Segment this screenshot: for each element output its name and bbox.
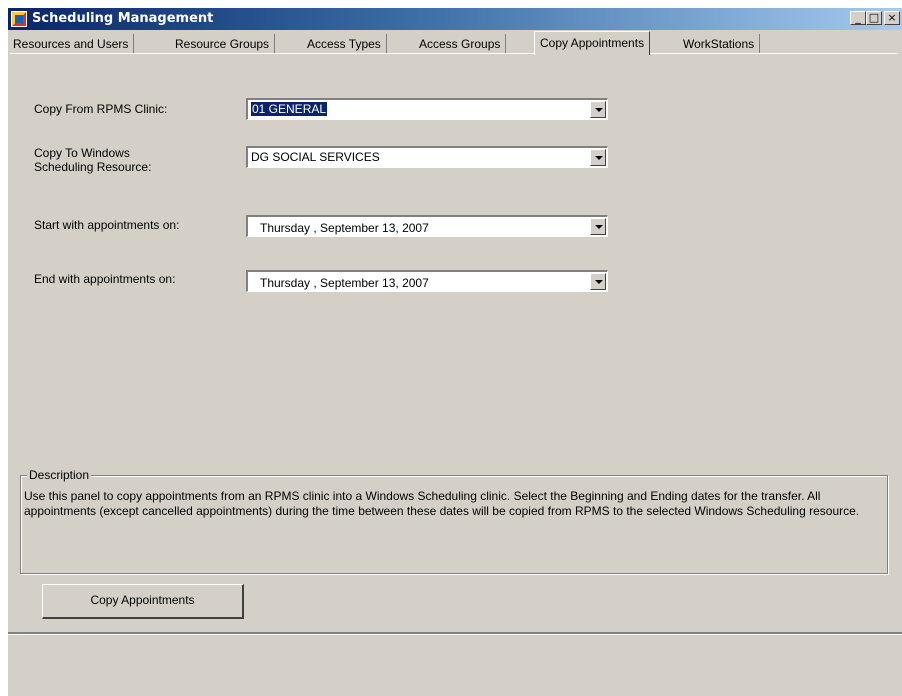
- close-button[interactable]: ×: [884, 11, 900, 25]
- chevron-down-icon[interactable]: [590, 218, 606, 235]
- title-bar[interactable]: Scheduling Management _ □ ×: [8, 8, 902, 30]
- copy-to-value: DG SOCIAL SERVICES: [251, 150, 380, 164]
- tab-copy-appointments[interactable]: Copy Appointments: [534, 31, 651, 55]
- chevron-down-icon[interactable]: [590, 149, 606, 166]
- description-groupbox: Description Use this panel to copy appoi…: [20, 468, 888, 574]
- copy-to-label-line2: Scheduling Resource:: [34, 160, 152, 174]
- end-date-value: Thursday , September 13, 2007: [260, 276, 429, 290]
- copy-from-value: 01 GENERAL: [251, 102, 328, 116]
- chevron-down-icon[interactable]: [590, 101, 606, 118]
- window-title: Scheduling Management: [32, 11, 214, 26]
- minimize-button[interactable]: _: [850, 11, 866, 25]
- separator: [8, 632, 902, 635]
- maximize-button[interactable]: □: [866, 11, 882, 25]
- end-date-label: End with appointments on:: [34, 272, 176, 286]
- copy-appointments-button[interactable]: Copy Appointments: [42, 584, 244, 619]
- scheduling-management-window: Scheduling Management _ □ × Resources an…: [8, 8, 902, 696]
- tab-workstations[interactable]: WorkStations: [678, 34, 761, 53]
- end-date-picker[interactable]: Thursday , September 13, 2007: [246, 270, 608, 292]
- tab-strip: Resources and Users Resource Groups Acce…: [8, 31, 902, 55]
- copy-to-combo[interactable]: DG SOCIAL SERVICES: [246, 146, 608, 168]
- tab-access-groups[interactable]: Access Groups: [414, 34, 507, 53]
- start-date-label: Start with appointments on:: [34, 218, 180, 232]
- copy-from-label: Copy From RPMS Clinic:: [34, 102, 168, 116]
- chevron-down-icon[interactable]: [590, 273, 606, 290]
- description-title: Description: [27, 468, 92, 482]
- copy-to-label-line1: Copy To Windows: [34, 146, 130, 160]
- tab-access-types[interactable]: Access Types: [302, 34, 387, 53]
- copy-from-combo[interactable]: 01 GENERAL: [246, 98, 608, 120]
- tab-resources-and-users[interactable]: Resources and Users: [8, 34, 135, 53]
- description-text: Use this panel to copy appointments from…: [24, 489, 860, 518]
- app-icon: [11, 11, 27, 27]
- tab-resource-groups[interactable]: Resource Groups: [170, 34, 276, 53]
- copy-appointments-panel: Copy From RPMS Clinic: 01 GENERAL Copy T…: [10, 53, 898, 640]
- start-date-value: Thursday , September 13, 2007: [260, 221, 429, 235]
- start-date-picker[interactable]: Thursday , September 13, 2007: [246, 215, 608, 237]
